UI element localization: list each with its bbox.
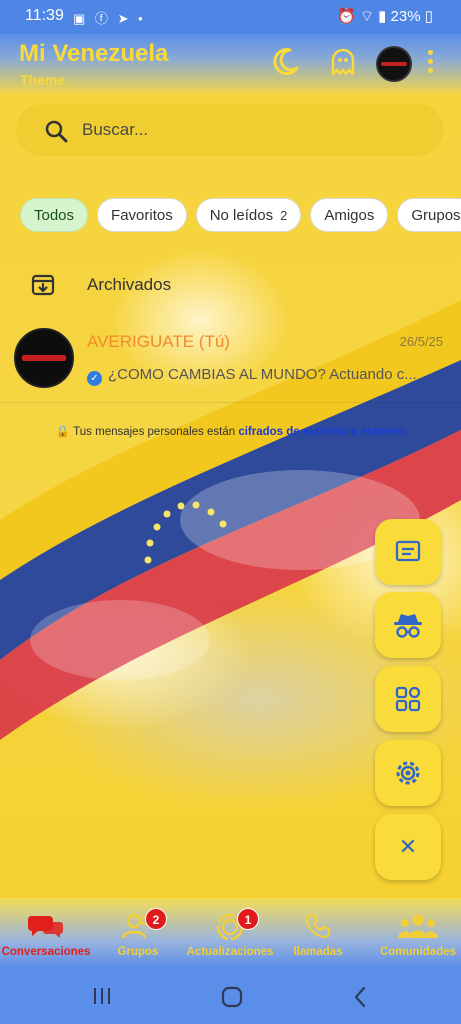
chip-favoritos[interactable]: Favoritos xyxy=(97,198,187,232)
nav-label: Comunidades xyxy=(379,946,457,958)
more-vert-icon[interactable] xyxy=(428,50,433,77)
archive-icon xyxy=(31,274,55,296)
status-right: ⏰ ⌔ ▮ 23% ▯ xyxy=(337,7,433,26)
status-notification-icons: ▣ ⓕ ➤ • xyxy=(73,8,146,27)
search-icon xyxy=(45,120,68,143)
chat-last-message: ✓ ¿COMO CAMBIAS AL MUNDO? Actuando c... xyxy=(87,366,427,386)
ghost-icon[interactable] xyxy=(330,48,356,76)
chip-todos[interactable]: Todos xyxy=(20,198,89,232)
system-nav-bar xyxy=(0,968,461,1024)
encryption-note: 🔒 Tus mensajes personales están cifrados… xyxy=(0,424,461,438)
chat-row[interactable]: AVERIGUATE (Tú) 26/5/25 ✓ ¿COMO CAMBIAS A… xyxy=(0,322,461,403)
alarm-icon: ⏰ xyxy=(336,8,356,25)
close-icon: ✕ xyxy=(398,834,418,859)
archived-label: Archivados xyxy=(87,275,172,294)
nav-grupos[interactable]: 2 Grupos xyxy=(88,898,188,968)
fab-incognito[interactable] xyxy=(375,592,441,658)
fab-settings[interactable] xyxy=(375,740,441,806)
chip-count: 2 xyxy=(280,207,288,223)
chat-message-text: ¿COMO CAMBIAS AL MUNDO? Actuando c... xyxy=(108,366,417,383)
lock-icon: 🔒 xyxy=(55,426,71,438)
status-time: 11:39 xyxy=(25,7,64,24)
profile-avatar[interactable] xyxy=(376,46,412,82)
bottom-nav: Conversaciones 2 Grupos 1 Actualizacione… xyxy=(0,898,461,968)
chip-amigos[interactable]: Amigos xyxy=(310,198,389,232)
image-icon: ▣ xyxy=(73,11,89,26)
recent-apps-icon[interactable] xyxy=(92,987,112,1005)
chat-avatar[interactable] xyxy=(14,328,74,388)
apps-grid-icon xyxy=(395,686,421,712)
battery-icon: ▯ xyxy=(424,8,433,25)
nav-conversaciones[interactable]: Conversaciones xyxy=(0,898,96,968)
back-icon[interactable] xyxy=(352,986,368,1008)
fab-message[interactable] xyxy=(375,519,441,585)
encryption-link[interactable]: cifrados de extremo a extremo xyxy=(238,426,405,438)
status-bar: 11:39 ▣ ⓕ ➤ • ⏰ ⌔ ▮ 23% ▯ xyxy=(0,0,461,34)
moon-icon[interactable] xyxy=(272,46,300,76)
badge-grupos: 2 xyxy=(145,908,167,930)
nav-label: Actualizaciones xyxy=(186,946,274,958)
app-subtitle: Theme xyxy=(20,72,66,88)
chat-time: 26/5/25 xyxy=(399,334,443,349)
chat-name: AVERIGUATE (Tú) xyxy=(87,332,230,351)
encryption-text: Tus mensajes personales están xyxy=(73,426,236,438)
search-placeholder: Buscar... xyxy=(82,120,149,139)
signal-icon: ▮ xyxy=(378,8,387,25)
home-icon[interactable] xyxy=(221,986,243,1008)
app-title: Mi Venezuela xyxy=(19,40,169,67)
dot-icon: • xyxy=(138,11,146,26)
chip-grupos[interactable]: Grupos xyxy=(397,198,461,232)
wifi-icon: ⌔ xyxy=(359,8,374,25)
phone-icon xyxy=(305,913,331,939)
check-circle-icon: ✓ xyxy=(87,371,102,386)
filter-chips: Todos Favoritos No leídos 2 Amigos Grupos xyxy=(20,198,461,232)
nav-label: Conversaciones xyxy=(1,946,91,958)
nav-actualizaciones[interactable]: 1 Actualizaciones xyxy=(180,898,280,968)
chat-bubbles-icon xyxy=(27,916,63,938)
archived-row[interactable]: Archivados xyxy=(0,262,461,308)
battery-percent: 23% xyxy=(390,8,421,25)
telegram-icon: ➤ xyxy=(117,11,132,26)
search-bar[interactable]: Buscar... xyxy=(16,104,444,156)
facebook-icon: ⓕ xyxy=(94,11,111,26)
fab-close[interactable]: ✕ xyxy=(375,814,441,880)
badge-actualizaciones: 1 xyxy=(237,908,259,930)
nav-comunidades[interactable]: Comunidades xyxy=(368,898,461,968)
fab-apps[interactable] xyxy=(375,666,441,732)
settings-gear-icon xyxy=(396,761,420,785)
nav-label: llamadas xyxy=(293,946,343,958)
incognito-icon xyxy=(394,614,422,638)
nav-llamadas[interactable]: llamadas xyxy=(268,898,368,968)
communities-icon xyxy=(398,914,438,938)
message-icon xyxy=(395,540,421,562)
chip-no-leidos[interactable]: No leídos 2 xyxy=(195,198,302,232)
nav-label: Grupos xyxy=(117,946,159,958)
